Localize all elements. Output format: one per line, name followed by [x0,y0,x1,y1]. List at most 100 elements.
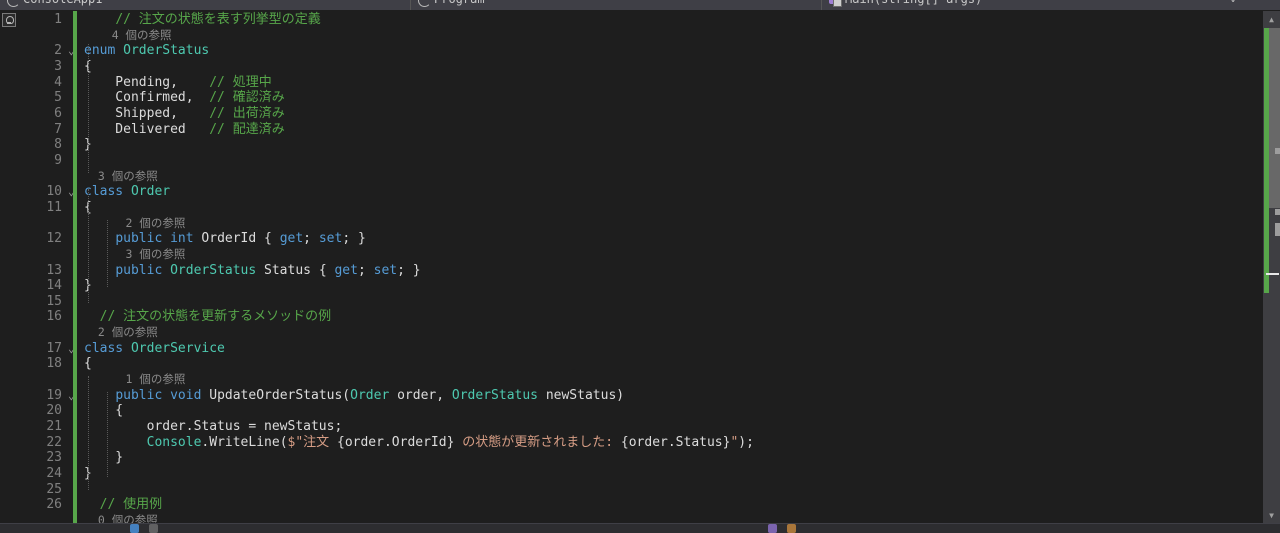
code-token-kw: public [115,387,163,403]
taskbar-sliver [0,523,1280,533]
codelens-reference-count[interactable]: 1 個の参照 [84,372,1250,388]
code-line[interactable]: } [84,137,1250,153]
code-line[interactable] [84,153,1250,169]
code-line[interactable]: Shipped, // 出荷済み [84,106,1250,122]
chevron-down-icon[interactable]: ↓ [1230,0,1236,5]
code-line[interactable]: order.Status = newStatus; [84,419,1250,435]
codelens-reference-count[interactable]: 0 個の参照 [84,513,1250,523]
code-line[interactable]: } [84,278,1250,294]
vertical-scroll-thumb[interactable] [1269,28,1280,208]
glyph-margin[interactable] [0,11,18,523]
code-editor[interactable]: 1 23456789 10 11 12 13 14 15 16 17 18 19 20 21 2… [0,11,1280,523]
code-token-plain: ); [738,434,754,450]
taskbar-icon[interactable] [768,524,777,533]
taskbar-icon[interactable] [130,524,139,533]
scrollbar-annotation-mark[interactable] [1275,223,1280,236]
line-number: 2 [54,43,62,59]
code-token-str: $" [287,434,304,450]
code-text-area[interactable]: // 注文の状態を表す列挙型の定義 4 個の参照 enum OrderStatus… [84,12,1250,523]
code-line[interactable]: { [84,59,1250,75]
breadcrumb-type-dropdown[interactable]: Program [411,0,821,10]
code-line[interactable]: // 注文の状態を表す列挙型の定義 [84,12,1250,28]
code-line[interactable]: Pending, // 処理中 [84,75,1250,91]
code-token-typ: OrderService [130,340,225,356]
code-line[interactable]: } [84,466,1250,482]
codelens-label[interactable]: 4 個の参照 [84,28,172,42]
code-line[interactable]: class OrderService [84,341,1250,357]
class-icon [417,0,431,7]
code-token-plain: OrderId { [193,231,280,247]
code-line[interactable]: public int OrderId { get; set; } [84,231,1250,247]
code-token-plain: order.Status = newStatus; [84,419,343,435]
code-line[interactable]: public OrderStatus Status { get; set; } [84,263,1250,279]
lightbulb-suggestion-icon[interactable] [2,13,16,27]
code-token-plain: ; } [397,262,421,278]
code-token-kw: public [115,231,163,247]
scroll-up-arrow-icon[interactable]: ▲ [1263,11,1280,27]
codelens-reference-count[interactable]: 3 個の参照 [84,169,1250,185]
csharp-project-icon [6,0,20,7]
indent-guide [107,392,108,477]
line-number: 6 [54,105,62,121]
change-indicator-bar [73,11,77,523]
codelens-label[interactable]: 2 個の参照 [84,216,186,230]
taskbar-icon[interactable] [149,524,158,533]
line-number: 9 [54,152,62,168]
code-line[interactable]: { [84,356,1250,372]
code-line[interactable]: } [84,450,1250,466]
code-token-plain: order, [389,387,452,403]
line-number: 16 [46,309,62,325]
codelens-label[interactable]: 3 個の参照 [84,169,158,183]
line-number: 20 [46,403,62,419]
scroll-down-arrow-icon[interactable]: ▼ [1263,507,1280,523]
codelens-label[interactable]: 0 個の参照 [84,513,158,523]
line-number: 22 [46,434,62,450]
code-token-plain: { [84,403,124,419]
line-number-spacer [18,325,68,341]
code-line[interactable]: Confirmed, // 確認済み [84,90,1250,106]
scrollbar-annotation-mark[interactable] [1275,209,1280,215]
breadcrumb-type-label: Program [434,0,485,6]
code-line[interactable]: Console.WriteLine($"注文 {order.OrderId} の… [84,435,1250,451]
line-number: 12 [46,231,62,247]
line-number-spacer [18,372,68,388]
code-line[interactable]: class Order [84,184,1250,200]
code-line[interactable]: Delivered // 配達済み [84,122,1250,138]
line-number-spacer [18,28,68,44]
codelens-label[interactable]: 2 個の参照 [84,325,158,339]
code-token-cmt: // 処理中 [209,74,272,90]
breadcrumb-member-label: Main(string[] args) [845,0,982,6]
code-line[interactable] [84,482,1250,498]
codelens-reference-count[interactable]: 3 個の参照 [84,247,1250,263]
scrollbar-annotation-mark[interactable] [1275,148,1280,154]
breadcrumb-project-dropdown[interactable]: ConsoleApp1 [0,0,410,10]
code-token-typ: Order [350,387,390,403]
code-line[interactable]: enum OrderStatus [84,43,1250,59]
line-number: 18 [46,356,62,372]
indent-guide [88,189,89,303]
code-token-cmt: // 注文の状態を表す列挙型の定義 [115,12,321,27]
code-token-plain: } [84,450,124,466]
codelens-label[interactable]: 1 個の参照 [84,372,186,386]
code-token-typ: OrderStatus [123,43,210,59]
code-token-str: 注文 [303,434,337,450]
vertical-scrollbar[interactable]: ▲ ▼ [1263,11,1280,523]
code-line[interactable]: // 使用例 [84,497,1250,513]
codelens-reference-count[interactable]: 2 個の参照 [84,325,1250,341]
codelens-reference-count[interactable]: 2 個の参照 [84,216,1250,232]
code-line[interactable]: // 注文の状態を更新するメソッドの例 [84,309,1250,325]
code-line[interactable]: { [84,403,1250,419]
breadcrumb-member-dropdown[interactable]: Main(string[] args) ↓ [822,0,1242,10]
codelens-reference-count[interactable]: 4 個の参照 [84,28,1250,44]
codelens-label[interactable]: 3 個の参照 [84,247,186,261]
code-line[interactable]: public void UpdateOrderStatus(Order orde… [84,388,1250,404]
taskbar-icon[interactable] [787,524,796,533]
code-line[interactable] [84,294,1250,310]
code-token-plain: UpdateOrderStatus( [201,387,351,403]
code-line[interactable]: { [84,200,1250,216]
